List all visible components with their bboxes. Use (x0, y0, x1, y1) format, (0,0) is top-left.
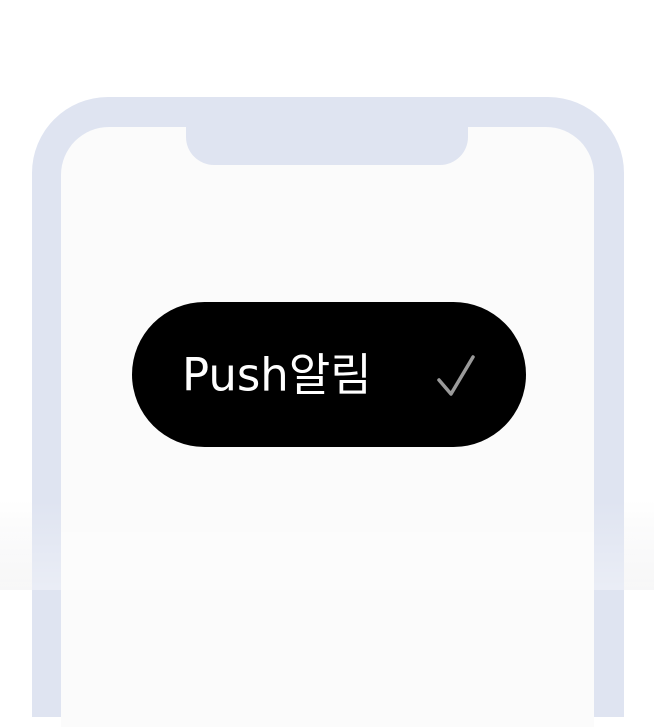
check-icon (437, 355, 475, 396)
phone-notch (186, 125, 468, 165)
push-notification-label: Push알림 (182, 348, 372, 401)
push-notification-toggle[interactable]: Push알림 (132, 302, 526, 447)
